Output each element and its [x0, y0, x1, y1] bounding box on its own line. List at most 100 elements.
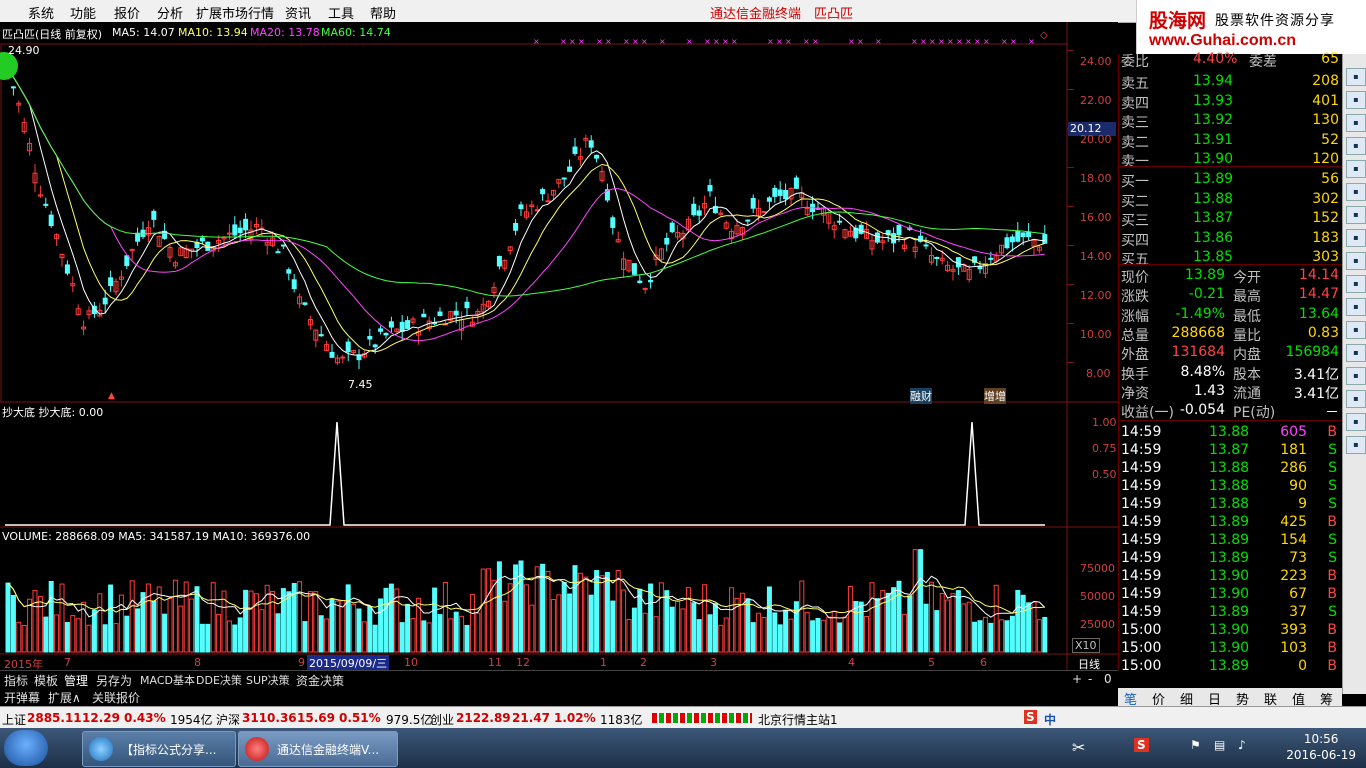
- rsi-icon[interactable]: ▪: [1346, 321, 1366, 339]
- trade-volume: 286: [1280, 460, 1307, 476]
- guhai-banner[interactable]: 股海网 股票软件资源分享 www.Guhai.com.cn: [1136, 0, 1366, 54]
- chart-icon[interactable]: ▪: [1346, 91, 1366, 109]
- f3-icon[interactable]: ▪: [1346, 390, 1366, 408]
- signal-x-mark: ×: [704, 37, 711, 46]
- trade-volume: 605: [1280, 424, 1307, 440]
- menu-analysis[interactable]: 分析: [157, 3, 183, 22]
- taskbar-ie-window[interactable]: 【指标公式分享...: [82, 731, 236, 767]
- cy-index-label[interactable]: 创业: [430, 711, 454, 728]
- fe-icon[interactable]: ▪: [1346, 229, 1366, 247]
- hs-index-label[interactable]: 沪深: [216, 711, 240, 728]
- server-name[interactable]: 北京行情主站1: [758, 711, 838, 728]
- zoom-icon[interactable]: ▪: [1346, 344, 1366, 362]
- trade-price: 13.90: [1209, 622, 1250, 638]
- ask-volume: 401: [1312, 92, 1339, 109]
- kline-chart-svg[interactable]: × × × × × × × × × × × × × × × × × × × × × × × × × × × × × × × × × × ×▲◇: [0, 22, 1118, 670]
- tab-macd[interactable]: MACD基本: [140, 672, 195, 688]
- stat-value: -0.21: [1188, 286, 1225, 303]
- volume-bar: [923, 603, 929, 653]
- volume-bar: [583, 576, 589, 653]
- tray-flag-icon[interactable]: ⚑: [1190, 738, 1201, 752]
- tab-save-as[interactable]: 另存为: [96, 672, 132, 689]
- ask-label: 卖三: [1121, 115, 1149, 131]
- sogou-s-icon[interactable]: S: [1024, 710, 1037, 724]
- menu-extended-market[interactable]: 扩展市场行情: [196, 3, 274, 22]
- menu-quote[interactable]: 报价: [114, 3, 140, 22]
- candle-body: [48, 214, 54, 227]
- volume-bar: [194, 586, 200, 653]
- list-icon[interactable]: ▪: [1346, 114, 1366, 132]
- candle-body: [545, 200, 551, 203]
- move-icon[interactable]: ▪: [1346, 367, 1366, 385]
- candle-body: [696, 210, 702, 216]
- fa-icon[interactable]: ▪: [1346, 252, 1366, 270]
- volume-bar: [378, 598, 384, 653]
- zoom-in-button[interactable]: +: [1072, 672, 1082, 686]
- menu-help[interactable]: 帮助: [370, 3, 396, 22]
- trend-icon[interactable]: ▪: [1346, 160, 1366, 178]
- kline-chart-area[interactable]: × × × × × × × × × × × × × × × × × × × × × × × × × × × × × × × × × × × ▲ ◇ 匹凸…: [0, 22, 1118, 671]
- price-tick: 12.00: [1080, 289, 1112, 302]
- ask-row: 卖五 13.94 208: [1119, 72, 1343, 92]
- f5-icon[interactable]: ▪: [1346, 413, 1366, 431]
- scissors-icon[interactable]: ✂: [1072, 738, 1085, 757]
- taskbar-clock[interactable]: 10:56 2016-06-19: [1286, 731, 1356, 763]
- candle-body: [513, 222, 519, 231]
- menu-function[interactable]: 功能: [70, 3, 96, 22]
- tab-template[interactable]: 模板: [34, 672, 58, 689]
- tab-dde[interactable]: DDE决策: [196, 672, 242, 688]
- stat-value: 288668: [1171, 324, 1225, 341]
- volume-bar: [232, 624, 238, 653]
- tab-indicator[interactable]: 指标: [4, 672, 28, 689]
- ask-label: 卖一: [1121, 154, 1149, 170]
- menu-tools[interactable]: 工具: [328, 3, 354, 22]
- ime-chinese-icon[interactable]: 中: [1044, 711, 1056, 728]
- trade-side: S: [1328, 460, 1337, 476]
- reset-button[interactable]: 0: [1104, 672, 1112, 686]
- signal-x-mark: ×: [812, 37, 819, 46]
- menu-system[interactable]: 系统: [28, 3, 54, 22]
- webi-value: 4.40%: [1193, 51, 1238, 67]
- start-button-icon[interactable]: [4, 730, 48, 766]
- stat-label: 净资: [1121, 385, 1149, 402]
- trade-side: S: [1328, 442, 1337, 458]
- event-tag-finance[interactable]: 融财: [910, 388, 932, 404]
- volume-bar: [318, 615, 324, 653]
- menu-news[interactable]: 资讯: [285, 3, 311, 22]
- sh-index-label[interactable]: 上证: [2, 711, 26, 728]
- volume-bar: [307, 591, 313, 653]
- bid-volume: 302: [1312, 190, 1339, 207]
- volume-bar: [588, 594, 594, 653]
- event-tag-increase[interactable]: 增增: [984, 388, 1006, 404]
- kline-icon[interactable]: ▪: [1346, 137, 1366, 155]
- tab-danmaku[interactable]: 开弹幕: [4, 689, 40, 706]
- tab-extend[interactable]: 扩展∧: [48, 689, 81, 706]
- bid-label: 买三: [1121, 213, 1149, 229]
- zoom-out-button[interactable]: -: [1088, 672, 1092, 686]
- tab-related-quote[interactable]: 关联报价: [92, 689, 140, 706]
- tray-network-icon[interactable]: ▤: [1214, 738, 1225, 752]
- tab-fund[interactable]: 资金决策: [296, 672, 344, 689]
- info-icon[interactable]: ▪: [1346, 206, 1366, 224]
- tab-sup[interactable]: SUP决策: [246, 672, 290, 688]
- candle-body: [199, 237, 205, 242]
- volume-bar: [464, 624, 470, 653]
- up-arrow-icon[interactable]: ▪: [1346, 68, 1366, 86]
- candle-body: [388, 321, 394, 328]
- date-tick: 9: [298, 656, 305, 669]
- volume-bar: [199, 623, 205, 653]
- f10-icon[interactable]: ▪: [1346, 183, 1366, 201]
- ask-row: 卖二 13.91 52: [1119, 131, 1343, 151]
- volume-bar: [907, 595, 913, 653]
- volume-bar: [5, 582, 11, 653]
- volume-bar: [167, 598, 173, 653]
- macd-icon[interactable]: ▪: [1346, 298, 1366, 316]
- volume-bar: [189, 598, 195, 653]
- ask-price: 13.91: [1193, 131, 1234, 148]
- f6-icon[interactable]: ▪: [1346, 436, 1366, 454]
- ff-icon[interactable]: ▪: [1346, 275, 1366, 293]
- tray-volume-icon[interactable]: ♪: [1238, 738, 1246, 752]
- taskbar-tdx-window[interactable]: 通达信金融终端V...: [238, 731, 398, 767]
- signal-x-mark: ×: [578, 37, 585, 46]
- sogou-tray-icon[interactable]: S: [1134, 738, 1149, 752]
